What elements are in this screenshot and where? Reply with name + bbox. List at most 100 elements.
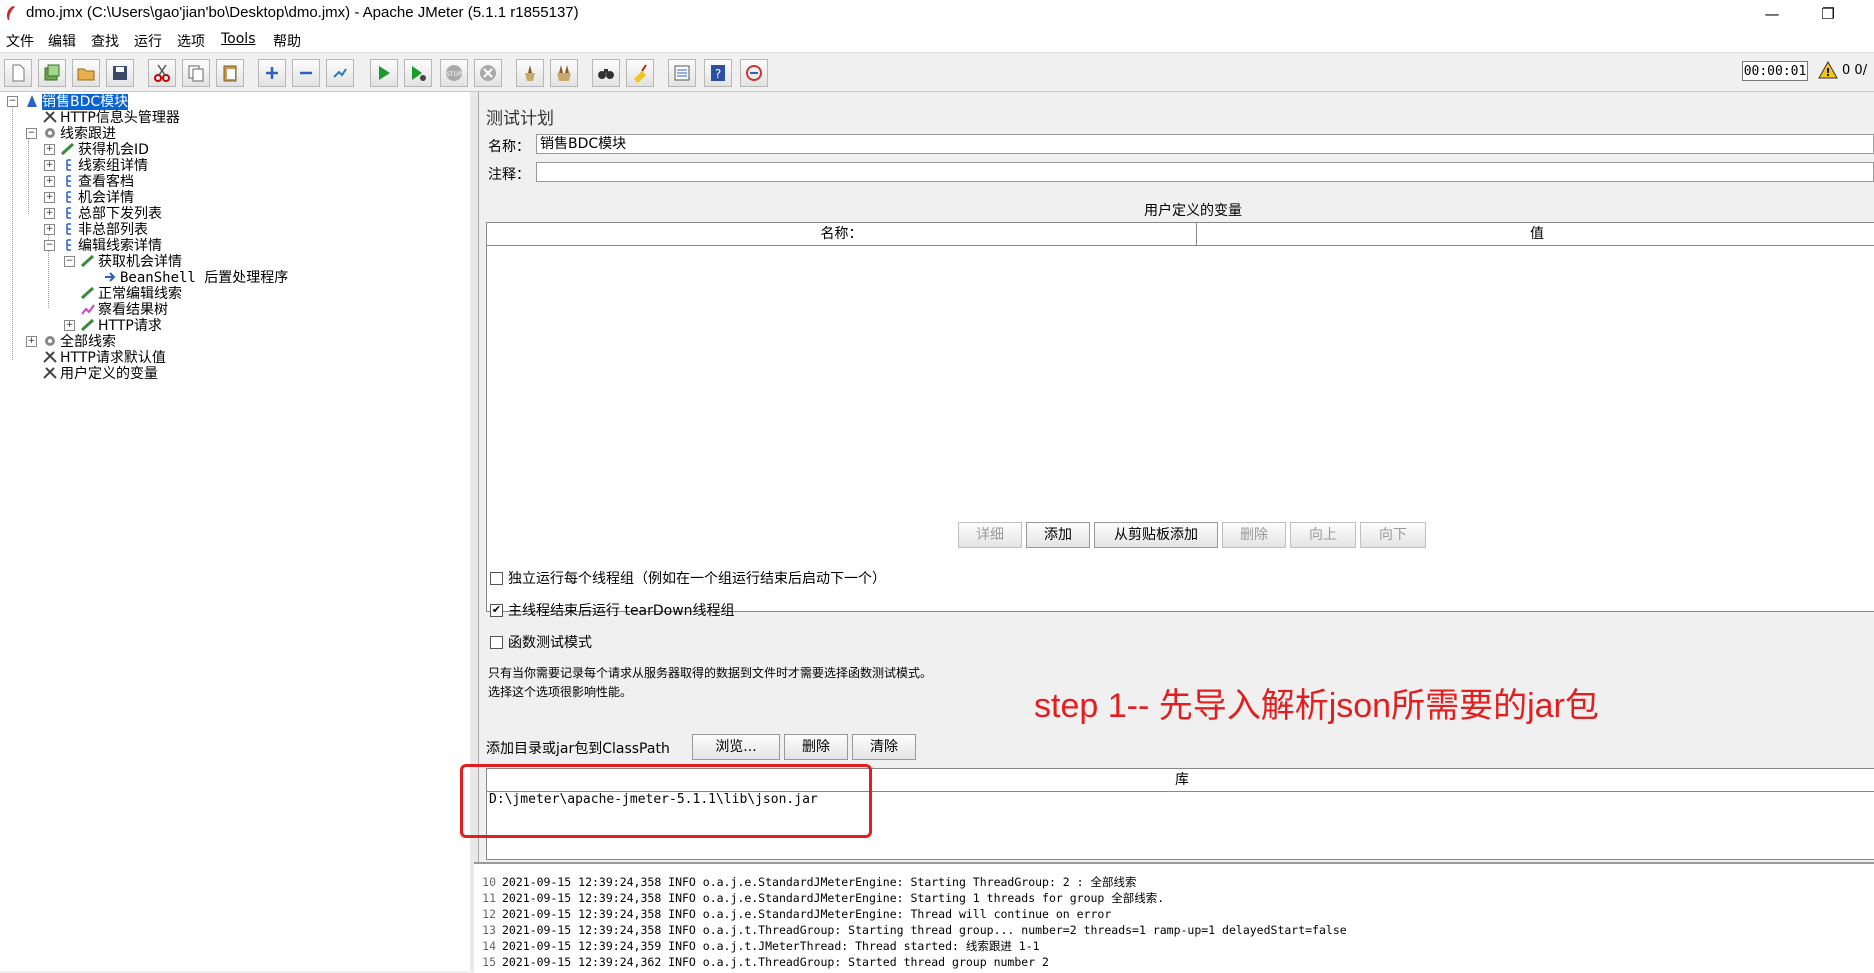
tree-node-sampler[interactable]: 非总部列表 xyxy=(60,222,148,238)
elapsed-timer: 00:00:01 xyxy=(1742,61,1808,81)
cut-icon[interactable] xyxy=(148,59,176,87)
tree-node-label: HTTP请求 xyxy=(98,318,162,334)
reset-search-icon[interactable] xyxy=(626,59,654,87)
log-line-number: 14 xyxy=(482,939,496,953)
tree-node-sampler[interactable]: 获取机会详情 xyxy=(80,254,182,270)
save-icon[interactable] xyxy=(106,59,134,87)
menu-search[interactable]: 查找 xyxy=(91,31,119,51)
browse-button[interactable]: 浏览... xyxy=(692,734,780,760)
start-icon[interactable] xyxy=(370,59,398,87)
menu-tools[interactable]: Tools xyxy=(221,31,256,47)
annotation-step-text: step 1-- 先导入解析json所需要的jar包 xyxy=(1034,687,1599,725)
sampler-pen-icon xyxy=(60,142,75,156)
start-no-pause-icon[interactable] xyxy=(404,59,432,87)
tree-node-user-defined-variables[interactable]: 用户定义的变量 xyxy=(42,366,158,382)
expand-toggle[interactable]: + xyxy=(64,320,75,331)
menu-file[interactable]: 文件 xyxy=(6,31,34,51)
panel-heading: 测试计划 xyxy=(486,109,554,129)
tree-node-thread-group-1[interactable]: 线索跟进 xyxy=(42,126,116,142)
expand-icon[interactable] xyxy=(258,59,286,87)
tree-node-sampler[interactable]: 获得机会ID xyxy=(60,142,149,158)
log-line: 12 2021-09-15 12:39:24,358 INFO o.a.j.e.S… xyxy=(474,906,1111,922)
remote-icon[interactable] xyxy=(740,59,768,87)
test-plan-tree[interactable]: − 销售BDC模块 HTTP信息头管理器 − 线索跟进 + 获得机会ID + 线… xyxy=(0,92,471,971)
column-header-name[interactable]: 名称： xyxy=(487,223,1197,246)
tree-node-label: HTTP信息头管理器 xyxy=(60,110,180,126)
tree-node-sampler[interactable]: 总部下发列表 xyxy=(60,206,162,222)
collapse-toggle[interactable]: − xyxy=(7,96,18,107)
function-helper-icon[interactable] xyxy=(668,59,696,87)
collapse-toggle[interactable]: − xyxy=(26,128,37,139)
tree-node-sampler[interactable]: 正常编辑线索 xyxy=(80,286,182,302)
details-button[interactable]: 详细 xyxy=(958,522,1022,548)
expand-toggle[interactable]: + xyxy=(26,336,37,347)
name-input[interactable]: 销售BDC模块 xyxy=(536,134,1874,154)
expand-toggle[interactable]: + xyxy=(44,144,55,155)
toggle-icon[interactable] xyxy=(326,59,354,87)
collapse-toggle[interactable]: − xyxy=(44,240,55,251)
comment-input[interactable] xyxy=(536,162,1874,182)
tree-node-view-results-tree[interactable]: 察看结果树 xyxy=(80,302,168,318)
menu-edit[interactable]: 编辑 xyxy=(48,31,76,51)
maximize-button[interactable]: ❐ xyxy=(1808,2,1848,26)
copy-icon[interactable] xyxy=(182,59,210,87)
menu-run[interactable]: 运行 xyxy=(134,31,162,51)
tree-node-http-header-manager[interactable]: HTTP信息头管理器 xyxy=(42,110,180,126)
warning-count: 0 0/ xyxy=(1842,63,1867,78)
open-icon[interactable] xyxy=(72,59,100,87)
shutdown-icon[interactable] xyxy=(474,59,502,87)
column-header-value[interactable]: 值 xyxy=(1197,223,1874,246)
move-up-button[interactable]: 向上 xyxy=(1290,522,1356,548)
move-down-button[interactable]: 向下 xyxy=(1360,522,1426,548)
collapse-toggle[interactable]: − xyxy=(64,256,75,267)
tree-node-beanshell-post-processor[interactable]: BeanShell 后置处理程序 xyxy=(102,270,288,286)
delete-classpath-button[interactable]: 删除 xyxy=(784,734,848,760)
user-vars-title: 用户定义的变量 xyxy=(1144,203,1242,219)
menu-options[interactable]: 选项 xyxy=(177,31,205,51)
log-panel[interactable]: 10 2021-09-15 12:39:24,358 INFO o.a.j.e.S… xyxy=(474,862,1874,973)
tree-node-label: 查看客档 xyxy=(78,174,134,190)
tree-node-sampler[interactable]: 机会详情 xyxy=(60,190,134,206)
add-from-clipboard-button[interactable]: 从剪贴板添加 xyxy=(1094,522,1218,548)
serialize-threadgroups-checkbox[interactable] xyxy=(490,572,503,585)
tree-node-sampler[interactable]: 查看客档 xyxy=(60,174,134,190)
expand-toggle[interactable]: + xyxy=(44,192,55,203)
add-button[interactable]: 添加 xyxy=(1026,522,1090,548)
tree-node-label: HTTP请求默认值 xyxy=(60,350,166,366)
search-icon[interactable] xyxy=(592,59,620,87)
tree-connector xyxy=(28,132,29,214)
tree-connector xyxy=(12,102,13,360)
help-icon[interactable]: ? xyxy=(704,59,732,87)
delete-row-button[interactable]: 删除 xyxy=(1222,522,1286,548)
paste-icon[interactable] xyxy=(216,59,244,87)
user-vars-table[interactable]: 名称： 值 xyxy=(486,222,1874,612)
warning-count-value: 0 xyxy=(1842,63,1851,78)
stop-icon[interactable]: STOP xyxy=(440,59,468,87)
comment-label: 注释： xyxy=(488,167,530,183)
tree-node-sampler[interactable]: 线索组详情 xyxy=(60,158,148,174)
tree-node-thread-group-2[interactable]: 全部线索 xyxy=(42,334,116,350)
expand-toggle[interactable]: + xyxy=(44,160,55,171)
sampler-icon xyxy=(66,159,71,171)
menu-help[interactable]: 帮助 xyxy=(273,31,301,51)
tree-node-http-request[interactable]: HTTP请求 xyxy=(80,318,162,334)
clear-icon[interactable] xyxy=(516,59,544,87)
new-icon[interactable] xyxy=(4,59,32,87)
clear-classpath-button[interactable]: 清除 xyxy=(852,734,916,760)
tree-node-label: 总部下发列表 xyxy=(78,206,162,222)
minimize-button[interactable]: — xyxy=(1752,2,1792,26)
expand-toggle[interactable]: + xyxy=(44,208,55,219)
collapse-icon[interactable] xyxy=(292,59,320,87)
tree-node-sampler[interactable]: 编辑线索详情 xyxy=(60,238,162,254)
expand-toggle[interactable]: + xyxy=(44,224,55,235)
panel-splitter[interactable] xyxy=(470,92,479,971)
warning-icon[interactable]: ! xyxy=(1818,61,1838,79)
functional-mode-checkbox[interactable] xyxy=(490,636,503,649)
expand-toggle[interactable]: + xyxy=(44,176,55,187)
teardown-on-shutdown-checkbox[interactable]: ✔ xyxy=(490,604,503,617)
clear-all-icon[interactable] xyxy=(550,59,578,87)
log-line-number: 13 xyxy=(482,923,496,937)
templates-icon[interactable] xyxy=(38,59,66,87)
tree-node-http-defaults[interactable]: HTTP请求默认值 xyxy=(42,350,166,366)
tree-node-test-plan[interactable]: 销售BDC模块 xyxy=(24,94,129,110)
